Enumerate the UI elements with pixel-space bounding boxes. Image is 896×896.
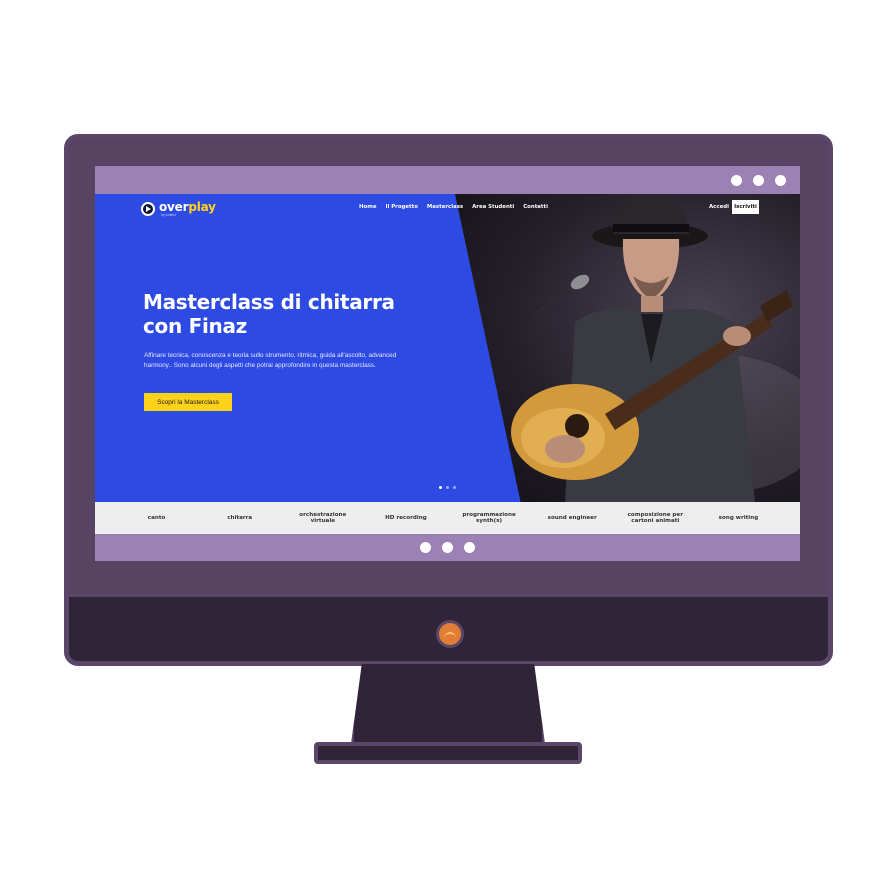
category-song-writing[interactable]: song writing: [703, 515, 773, 522]
website: overplay by tudelcl Home Il Progetto Mas…: [95, 194, 800, 534]
discover-masterclass-button[interactable]: Scopri la Masterclass: [144, 393, 232, 411]
monitor-foot: [314, 742, 582, 764]
hero-title-line-1: Masterclass di chitarra: [143, 290, 395, 314]
slider-dot[interactable]: [453, 486, 456, 489]
nav-item-contatti[interactable]: Contatti: [523, 204, 548, 210]
hero-section: overplay by tudelcl Home Il Progetto Mas…: [95, 194, 800, 502]
screen-bottom-dots: [95, 542, 800, 553]
hero-title-line-2: con Finaz: [143, 314, 247, 338]
power-button-icon[interactable]: [436, 620, 464, 648]
nav-item-home[interactable]: Home: [359, 204, 377, 210]
play-circle-icon: [141, 202, 155, 216]
category-bar: canto chitarra orchestrazione virtuale H…: [95, 502, 800, 534]
logo-word-play: play: [188, 200, 216, 214]
category-orchestrazione[interactable]: orchestrazione virtuale: [288, 512, 358, 525]
nav-item-area-studenti[interactable]: Area Studenti: [472, 204, 514, 210]
slider-dot[interactable]: [439, 486, 442, 489]
monitor-chin: [69, 594, 828, 661]
logo-word-over: over: [159, 200, 189, 214]
hero-description: Affinare tecnica, conoscenza e teoria su…: [144, 352, 397, 369]
hero-title: Masterclass di chitarra con Finaz: [143, 290, 443, 338]
logo-wordmark: overplay: [159, 201, 216, 213]
category-composizione[interactable]: composizione per cartoni animati: [620, 512, 690, 525]
window-dot-icon[interactable]: [731, 175, 742, 186]
logo-subtitle: by tudelcl: [161, 213, 176, 217]
category-sound-engineer[interactable]: sound engineer: [537, 515, 607, 522]
dot-icon: [420, 542, 431, 553]
window-dot-icon[interactable]: [753, 175, 764, 186]
screen: overplay by tudelcl Home Il Progetto Mas…: [95, 166, 800, 561]
login-link[interactable]: Accedi: [709, 204, 729, 210]
category-programmazione[interactable]: programmazione synth(s): [454, 512, 524, 525]
nav-item-masterclass[interactable]: Masterclass: [427, 204, 463, 210]
signup-button[interactable]: Iscriviti: [732, 200, 759, 214]
window-dot-icon[interactable]: [775, 175, 786, 186]
main-nav: Home Il Progetto Masterclass Area Studen…: [359, 204, 548, 210]
category-hd-recording[interactable]: HD recording: [371, 515, 441, 522]
monitor-neck: [350, 664, 546, 752]
category-canto[interactable]: canto: [122, 515, 192, 522]
dot-icon: [464, 542, 475, 553]
window-controls: [731, 175, 786, 186]
slider-dot[interactable]: [446, 486, 449, 489]
hero-photo: [455, 194, 800, 502]
slider-pagination: [439, 486, 456, 489]
nav-item-progetto[interactable]: Il Progetto: [386, 204, 418, 210]
site-logo[interactable]: overplay by tudelcl: [141, 201, 216, 217]
dot-icon: [442, 542, 453, 553]
category-chitarra[interactable]: chitarra: [205, 515, 275, 522]
guitarist-illustration: [511, 196, 800, 502]
logo-text: overplay by tudelcl: [159, 201, 216, 217]
